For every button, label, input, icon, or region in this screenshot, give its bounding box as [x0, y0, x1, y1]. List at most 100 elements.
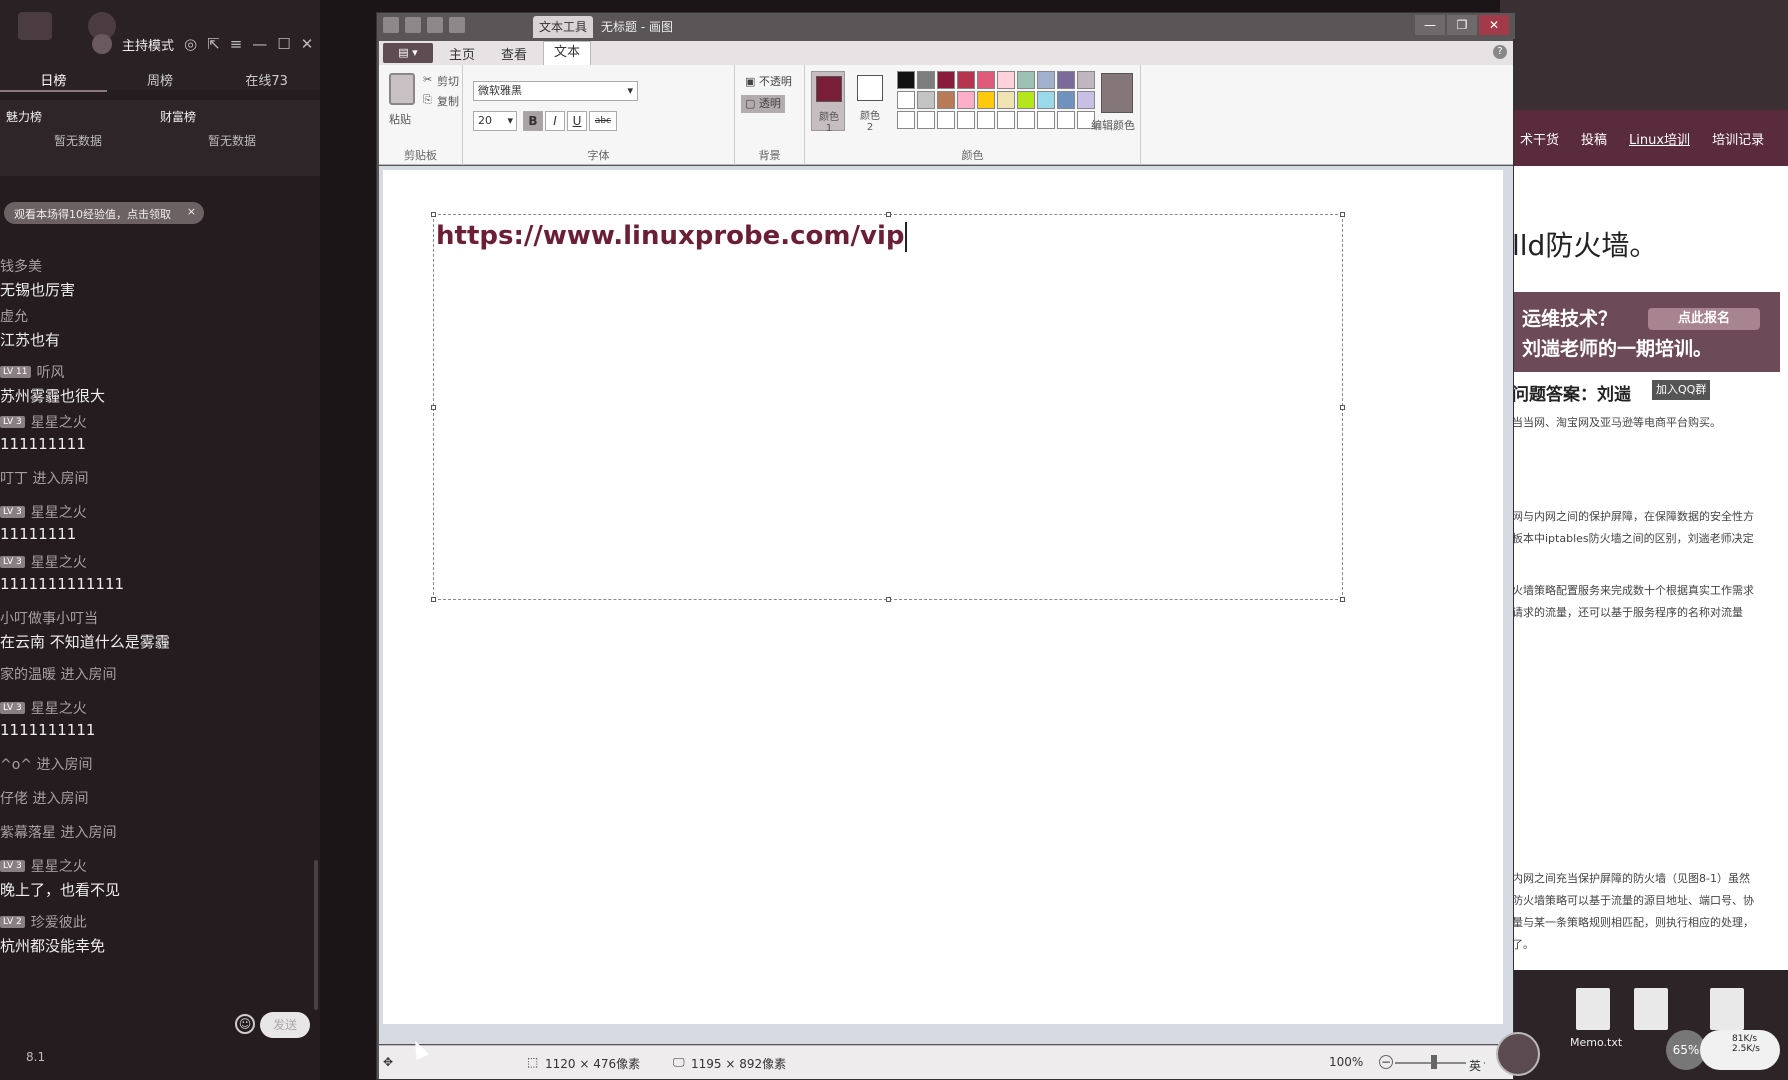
palette-swatch[interactable]: [1057, 91, 1075, 109]
zoom-slider-knob[interactable]: [1431, 1055, 1437, 1069]
palette-swatch[interactable]: [1057, 71, 1075, 89]
font-size-select[interactable]: 20 ▾: [473, 111, 517, 131]
palette-swatch[interactable]: [1037, 111, 1055, 129]
cut-button[interactable]: 剪切: [437, 73, 459, 89]
paint-app-icon[interactable]: [383, 17, 399, 33]
memo-file-icon[interactable]: [1576, 988, 1610, 1030]
chat-user[interactable]: 钱多美: [0, 256, 316, 276]
resize-handle[interactable]: [431, 597, 436, 602]
save-icon[interactable]: [405, 17, 421, 33]
archive-file-icon[interactable]: [1634, 988, 1668, 1030]
italic-button[interactable]: I: [545, 111, 565, 131]
resize-handle[interactable]: [1340, 405, 1345, 410]
palette-swatch[interactable]: [937, 71, 955, 89]
join-qq-button[interactable]: 加入QQ群: [1652, 380, 1711, 400]
chat-user[interactable]: LV 3 星星之火: [0, 856, 316, 876]
palette-swatch[interactable]: [997, 111, 1015, 129]
resize-handle[interactable]: [431, 212, 436, 217]
palette-swatch[interactable]: [1077, 71, 1095, 89]
zoom-out-icon[interactable]: −: [1379, 1055, 1393, 1069]
opaque-option[interactable]: ▣ 不透明: [741, 73, 796, 91]
chat-user[interactable]: LV 3 星星之火: [0, 698, 316, 718]
close-icon[interactable]: ✕: [301, 35, 314, 53]
help-icon[interactable]: ?: [1493, 45, 1507, 59]
desktop-icon[interactable]: [18, 12, 52, 40]
tab-home[interactable]: 主页: [439, 44, 485, 63]
paste-button[interactable]: 粘贴: [389, 111, 411, 127]
chat-scrollbar[interactable]: [314, 860, 318, 1010]
toast-close-icon[interactable]: ×: [187, 205, 196, 218]
chat-user[interactable]: LV 3 星星之火: [0, 552, 316, 572]
resize-handle[interactable]: [1340, 597, 1345, 602]
palette-swatch[interactable]: [997, 91, 1015, 109]
strikethrough-button[interactable]: abc: [589, 111, 617, 131]
palette-swatch[interactable]: [897, 71, 915, 89]
emoji-icon[interactable]: ☺: [235, 1014, 255, 1034]
tab-view[interactable]: 查看: [491, 44, 537, 63]
palette-swatch[interactable]: [897, 111, 915, 129]
palette-swatch[interactable]: [1077, 91, 1095, 109]
palette-swatch[interactable]: [997, 71, 1015, 89]
restore-button[interactable]: ❐: [1447, 15, 1477, 35]
reward-toast[interactable]: 观看本场得10经验值，点击领取 ×: [4, 202, 204, 224]
palette-swatch[interactable]: [977, 71, 995, 89]
chat-user[interactable]: LV 11 听风: [0, 362, 316, 382]
palette-swatch[interactable]: [957, 111, 975, 129]
chat-user[interactable]: 虚允: [0, 306, 316, 326]
text-box-content[interactable]: https://www.linuxprobe.com/vip: [436, 221, 908, 252]
resize-handle[interactable]: [886, 597, 891, 602]
edit-colors-icon[interactable]: [1101, 73, 1133, 113]
nav-item[interactable]: 术干货: [1520, 129, 1559, 148]
copy-button[interactable]: 复制: [437, 93, 459, 109]
minimize-button[interactable]: —: [1415, 15, 1445, 35]
tab-daily[interactable]: 日榜: [0, 70, 107, 92]
palette-swatch[interactable]: [1017, 71, 1035, 89]
palette-swatch[interactable]: [897, 91, 915, 109]
close-button[interactable]: ✕: [1479, 15, 1509, 35]
palette-swatch[interactable]: [937, 111, 955, 129]
palette-swatch[interactable]: [1057, 111, 1075, 129]
nav-item[interactable]: 投稿: [1581, 129, 1607, 148]
send-button[interactable]: 发送: [260, 1012, 310, 1038]
font-family-select[interactable]: 微软雅黑 ▾: [473, 81, 638, 101]
color-2-button[interactable]: 颜色 2: [853, 71, 887, 133]
tab-online[interactable]: 在线73: [213, 70, 320, 92]
maximize-icon[interactable]: ☐: [277, 35, 290, 53]
popout-icon[interactable]: ⇱: [207, 35, 220, 53]
underline-button[interactable]: U: [567, 111, 587, 131]
palette-swatch[interactable]: [917, 111, 935, 129]
bold-button[interactable]: B: [523, 111, 543, 131]
undo-icon[interactable]: [427, 17, 443, 33]
chat-user[interactable]: LV 2 珍爱彼此: [0, 912, 316, 932]
palette-swatch[interactable]: [937, 91, 955, 109]
copy-icon[interactable]: ⎘: [423, 93, 432, 107]
menu-icon[interactable]: ≡: [230, 35, 243, 53]
redo-icon[interactable]: [449, 17, 465, 33]
color-1-button[interactable]: 颜色 1: [811, 71, 845, 134]
minimize-icon[interactable]: —: [252, 35, 267, 53]
palette-swatch[interactable]: [1017, 91, 1035, 109]
tab-weekly[interactable]: 周榜: [107, 70, 214, 92]
edit-colors-button[interactable]: 编辑颜色: [1091, 117, 1135, 133]
resize-handle[interactable]: [1340, 212, 1345, 217]
palette-swatch[interactable]: [917, 91, 935, 109]
training-banner[interactable]: 运维技术？ 点此报名 刘遄老师的一期培训。: [1510, 292, 1780, 372]
palette-swatch[interactable]: [1037, 91, 1055, 109]
text-box[interactable]: https://www.linuxprobe.com/vip: [431, 212, 1345, 602]
nav-item[interactable]: Linux培训: [1629, 129, 1690, 148]
transparent-option[interactable]: ▢ 透明: [741, 95, 785, 113]
tab-text[interactable]: 文本: [543, 41, 592, 65]
palette-swatch[interactable]: [977, 111, 995, 129]
chat-user[interactable]: 小叮做事小叮当: [0, 608, 316, 628]
palette-swatch[interactable]: [957, 71, 975, 89]
palette-swatch[interactable]: [1017, 111, 1035, 129]
resize-handle[interactable]: [431, 405, 436, 410]
palette-swatch[interactable]: [977, 91, 995, 109]
excel-file-icon[interactable]: [1710, 988, 1744, 1030]
chat-user[interactable]: LV 3 星星之火: [0, 412, 316, 432]
palette-swatch[interactable]: [957, 91, 975, 109]
resize-handle[interactable]: [886, 212, 891, 217]
file-menu-button[interactable]: ▤ ▾: [383, 43, 433, 63]
scissors-icon[interactable]: ✂: [423, 73, 432, 86]
palette-swatch[interactable]: [917, 71, 935, 89]
